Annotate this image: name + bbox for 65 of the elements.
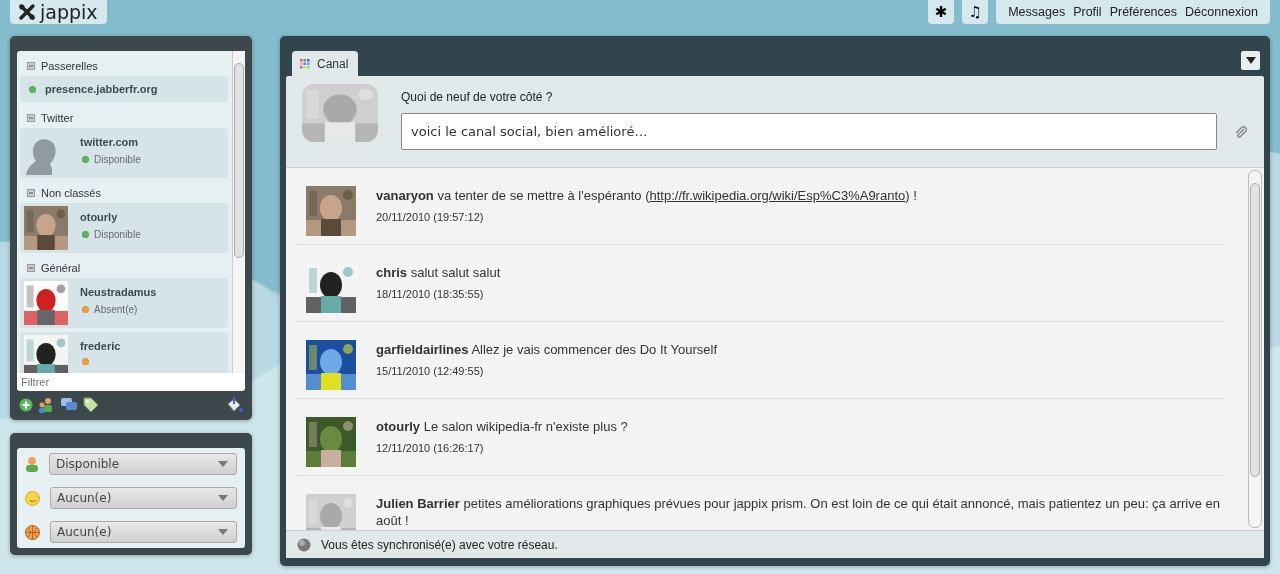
select-field[interactable]: Disponible	[49, 453, 237, 475]
group-title: Non classés	[41, 186, 101, 199]
gateway-item[interactable]: presence.jabberfr.org	[20, 76, 228, 102]
message-text: Julien Barrier petites améliorations graphiques prévues pour jappix prism. On est loin de ce qui était annoncé, mais patientez un peu: ça arrive en août !	[376, 495, 1222, 529]
caret-icon	[218, 529, 228, 535]
message-time: 20/11/2010 (19:57:12)	[376, 211, 485, 223]
gateway-name: presence.jabberfr.org	[45, 83, 158, 95]
group-title: Général	[41, 261, 81, 274]
logo[interactable]: jappix	[10, 0, 107, 24]
smiley-icon	[25, 490, 40, 506]
scrollbar[interactable]	[232, 51, 245, 373]
contact-card[interactable]: twitter.com Disponible	[20, 128, 228, 178]
menu-link[interactable]: Messages	[1008, 5, 1066, 19]
grid-icon	[300, 58, 310, 69]
logo-icon	[18, 3, 36, 21]
status-text: Absent(e)	[94, 304, 138, 315]
globe-icon	[297, 537, 311, 552]
person-icon	[25, 456, 39, 472]
attach-icon[interactable]	[1234, 126, 1248, 140]
message-text: otourly Le salon wikipedia-fr n'existe plus ?	[376, 418, 628, 435]
collapse-icon[interactable]	[27, 263, 35, 272]
contact-name: otourly	[80, 211, 119, 223]
logo-text: jappix	[40, 1, 98, 23]
caret-icon	[218, 461, 228, 467]
contact-card[interactable]: otourly Disponible	[20, 203, 228, 253]
message-link[interactable]: http://fr.wikipedia.org/wiki/Esp%C3%A9ranto	[649, 188, 906, 203]
message-time: 18/11/2010 (18:35:55)	[376, 288, 485, 300]
group-title: Twitter	[41, 111, 74, 124]
message-time: 12/11/2010 (16:26:17)	[376, 442, 485, 454]
contact-name: Neustradamus	[80, 286, 157, 298]
message-text: garfieldairlines Allez je vais commencer des Do It Yourself	[376, 341, 718, 358]
status-text: Disponible	[94, 229, 141, 240]
contact-card[interactable]: frederic	[20, 332, 228, 373]
collapse-icon[interactable]	[27, 188, 35, 197]
menu-link[interactable]: Préférences	[1109, 5, 1178, 19]
message-text: chris salut salut salut	[376, 264, 501, 281]
group-title: Passerelles	[41, 59, 98, 72]
tag-icon[interactable]	[83, 397, 99, 413]
contact-name: frederic	[80, 340, 121, 352]
menu-link[interactable]: Déconnexion	[1185, 5, 1258, 19]
message-time: 15/11/2010 (12:49:55)	[376, 365, 485, 377]
prompt-text: Quoi de neuf de votre côté ?	[401, 90, 554, 104]
status-text: Vous êtes synchronisé(e) avec votre réseau.	[321, 537, 558, 552]
toolbar-button[interactable]: ♫	[962, 0, 989, 24]
filter-field[interactable]: Filtrer	[17, 373, 245, 391]
contact-name: twitter.com	[80, 136, 140, 148]
scrollbar[interactable]	[1248, 170, 1262, 528]
select-field[interactable]: Aucun(e)	[50, 487, 237, 509]
message-text: vanaryon va tenter de se mettre à l'espéranto (http://fr.wikipedia.org/wiki/Esp%C3%A9ranto) !	[376, 187, 917, 204]
caret-icon	[218, 495, 228, 501]
dropdown-button[interactable]	[1241, 51, 1260, 70]
paint-bucket-icon[interactable]	[225, 397, 243, 413]
contact-card[interactable]: Neustradamus Absent(e)	[20, 278, 228, 328]
select-field[interactable]: Aucun(e)	[50, 521, 237, 543]
post-input[interactable]: voici le canal social, bien amélioré…	[401, 113, 1217, 150]
status-text: Disponible	[94, 154, 141, 165]
menu-link[interactable]: Profil	[1073, 5, 1102, 19]
chat-icon[interactable]	[61, 398, 78, 412]
caret-icon	[1245, 57, 1256, 64]
add-icon[interactable]	[19, 398, 33, 412]
collapse-icon[interactable]	[27, 113, 35, 122]
toolbar-button[interactable]: ✱	[928, 0, 955, 24]
collapse-icon[interactable]	[27, 61, 35, 70]
tab[interactable]: Canal	[292, 51, 359, 76]
ball-icon	[25, 524, 40, 540]
